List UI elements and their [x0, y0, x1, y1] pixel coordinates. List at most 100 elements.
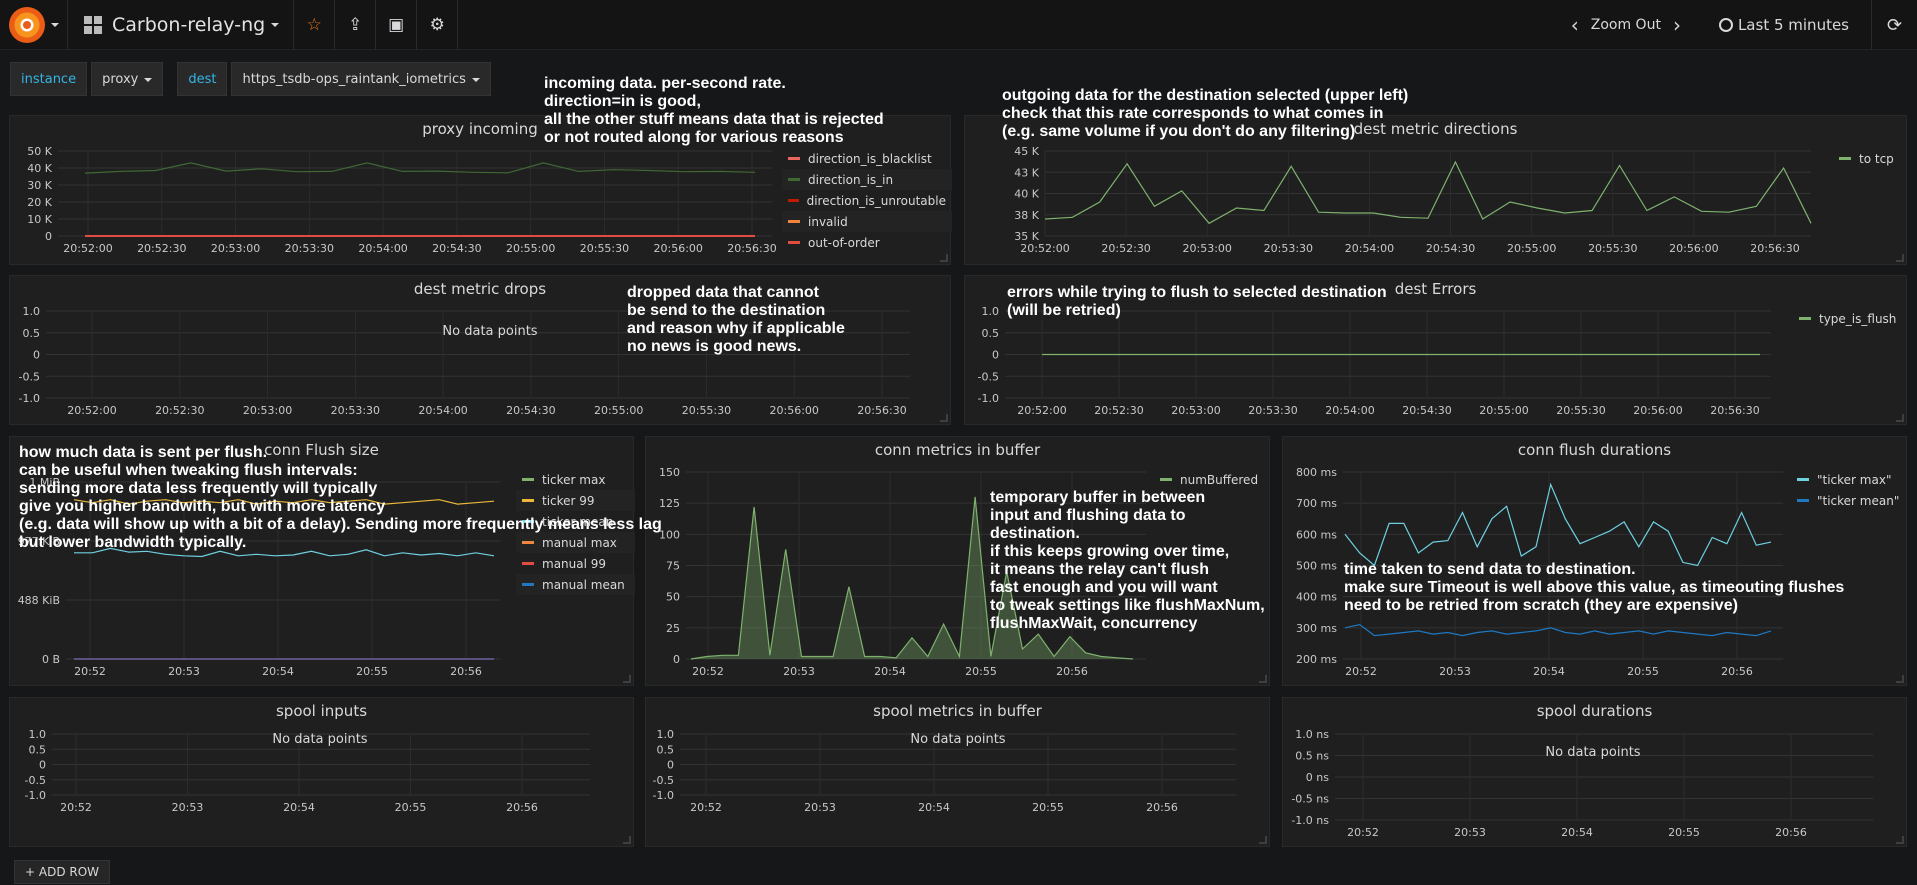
y-tick-label: -0.5 ns — [1291, 793, 1329, 806]
variable-dropdown-instance[interactable]: proxy — [91, 62, 164, 96]
y-tick-label: 75 — [666, 560, 680, 573]
note-flush-size: how much data is sent per flush. can be … — [19, 444, 662, 551]
legend: "ticker max" "ticker mean" — [1791, 469, 1908, 511]
legend: to tcp — [1833, 148, 1908, 169]
y-tick-label: 45 K — [1014, 145, 1039, 158]
panel-spool-inputs[interactable]: spool inputs 1.0 0.5 0 -0.5 -1.0 20:52 20:53 20… — [9, 697, 634, 847]
y-tick-label: 200 ms — [1296, 653, 1337, 666]
x-tick-label: 20:55:00 — [594, 404, 643, 417]
settings-button[interactable]: ⚙ — [417, 0, 459, 50]
x-tick-label: 20:54 — [874, 665, 906, 678]
y-tick-label: 400 ms — [1296, 591, 1337, 604]
no-data-label: No data points — [442, 324, 538, 339]
note-incoming: incoming data. per-second rate. directio… — [544, 75, 884, 146]
resize-handle[interactable] — [1896, 414, 1904, 422]
y-tick-label: 10 K — [27, 213, 52, 226]
x-tick-label: 20:55:30 — [1556, 404, 1605, 417]
panel-spool-metrics-in-buffer[interactable]: spool metrics in buffer 1.0 0.5 0 -0.5 -1.0 2… — [645, 697, 1270, 847]
resize-handle[interactable] — [623, 836, 631, 844]
y-tick-label: 150 — [659, 466, 680, 479]
y-tick-label: 0 ns — [1306, 771, 1329, 784]
refresh-button[interactable]: ⟳ — [1871, 0, 1917, 50]
y-tick-label: 50 K — [27, 145, 52, 158]
y-tick-label: 0 — [992, 349, 999, 362]
zoom-out-button[interactable]: Zoom Out — [1591, 17, 1661, 33]
x-tick-label: 20:53:30 — [1248, 404, 1297, 417]
x-tick-label: 20:56:00 — [1633, 404, 1682, 417]
y-tick-label: 125 — [659, 497, 680, 510]
time-range-label: Last 5 minutes — [1737, 16, 1849, 34]
resize-handle[interactable] — [940, 414, 948, 422]
grafana-menu-button[interactable] — [0, 0, 68, 50]
share-dashboard-button[interactable]: ⇪ — [335, 0, 377, 50]
legend-item[interactable]: to tcp — [1833, 148, 1908, 169]
dashboard-picker[interactable]: Carbon-relay-ng — [68, 0, 295, 50]
resize-handle[interactable] — [1896, 836, 1904, 844]
resize-handle[interactable] — [940, 254, 948, 262]
graph-spool-durations: 1.0 ns 0.5 ns 0 ns -0.5 ns -1.0 ns 20:52 20:53… — [1291, 728, 1873, 839]
legend: numBuffered — [1154, 469, 1271, 490]
x-tick-label: 20:56 — [450, 665, 482, 678]
x-tick-label: 20:52:30 — [1101, 242, 1150, 255]
x-tick-label: 20:54 — [1533, 665, 1565, 678]
x-tick-label: 20:54 — [918, 801, 950, 814]
template-variables: instance proxy dest https_tsdb-ops_raint… — [10, 62, 491, 96]
x-tick-label: 20:53 — [1454, 826, 1486, 839]
variable-dropdown-dest[interactable]: https_tsdb-ops_raintank_iometrics — [231, 62, 491, 96]
variable-label-dest: dest — [177, 62, 228, 96]
panel-spool-durations[interactable]: spool durations 1.0 ns 0.5 ns 0 ns -0.5 ns -… — [1282, 697, 1907, 847]
resize-handle[interactable] — [1259, 836, 1267, 844]
y-tick-label: 1.0 — [29, 728, 47, 741]
x-tick-label: 20:55:30 — [682, 404, 731, 417]
y-tick-label: 0 — [667, 759, 674, 772]
resize-handle[interactable] — [623, 675, 631, 683]
y-tick-label: 40 K — [1014, 188, 1039, 201]
note-outgoing: outgoing data for the destination select… — [1002, 87, 1409, 140]
y-tick-label: 30 K — [27, 179, 52, 192]
y-tick-label: 40 K — [27, 162, 52, 175]
y-tick-label: -0.5 — [25, 774, 46, 787]
x-tick-label: 20:54:00 — [1325, 404, 1374, 417]
x-tick-label: 20:55:00 — [506, 242, 555, 255]
plus-icon: + — [25, 865, 39, 879]
resize-handle[interactable] — [1896, 254, 1904, 262]
legend-item[interactable]: manual 99 — [516, 553, 635, 574]
dashboard-title: Carbon-relay-ng — [112, 13, 266, 36]
x-tick-label: 20:52:30 — [1094, 404, 1143, 417]
legend-item[interactable]: direction_is_in — [782, 169, 952, 190]
x-tick-label: 20:56:30 — [857, 404, 906, 417]
resize-handle[interactable] — [1896, 675, 1904, 683]
legend-item[interactable]: out-of-order — [782, 232, 952, 253]
y-tick-label: -0.5 — [653, 774, 674, 787]
time-shift-back-icon[interactable]: ‹ — [1559, 13, 1591, 37]
axes: 1.0 0.5 0 -0.5 -1.0 20:52:00 20:52:30 20:53:00 2… — [978, 305, 1771, 417]
x-tick-label: 20:55 — [356, 665, 388, 678]
legend-item[interactable]: direction_is_blacklist — [782, 148, 952, 169]
x-tick-label: 20:52 — [690, 801, 722, 814]
x-tick-label: 20:56 — [1721, 665, 1753, 678]
series-line-to-tcp — [1044, 160, 1812, 225]
legend-item[interactable]: invalid — [782, 211, 952, 232]
save-dashboard-button[interactable]: ▣ — [376, 0, 418, 50]
star-icon: ☆ — [306, 14, 322, 35]
time-shift-forward-icon[interactable]: › — [1661, 13, 1693, 37]
legend-item[interactable]: numBuffered — [1154, 469, 1271, 490]
x-tick-label: 20:53 — [804, 801, 836, 814]
x-tick-label: 20:54 — [1561, 826, 1593, 839]
x-tick-label: 20:52 — [74, 665, 106, 678]
star-dashboard-button[interactable]: ☆ — [294, 0, 336, 50]
x-tick-label: 20:55 — [1032, 801, 1064, 814]
y-tick-label: 0.5 — [657, 743, 675, 756]
resize-handle[interactable] — [1259, 675, 1267, 683]
add-row-button[interactable]: + ADD ROW — [14, 860, 111, 884]
time-picker-button[interactable]: Last 5 minutes — [1713, 16, 1871, 34]
y-tick-label: 800 ms — [1296, 466, 1337, 479]
legend-item[interactable]: "ticker mean" — [1791, 490, 1908, 511]
legend-item[interactable]: direction_is_unroutable — [782, 190, 952, 211]
legend-item[interactable]: type_is_flush — [1793, 308, 1908, 329]
x-tick-label: 20:53 — [1439, 665, 1471, 678]
legend-item[interactable]: manual mean — [516, 574, 635, 595]
legend-item[interactable]: "ticker max" — [1791, 469, 1908, 490]
series-line-ticker-mean — [1344, 624, 1772, 637]
y-tick-label: 50 — [666, 591, 680, 604]
